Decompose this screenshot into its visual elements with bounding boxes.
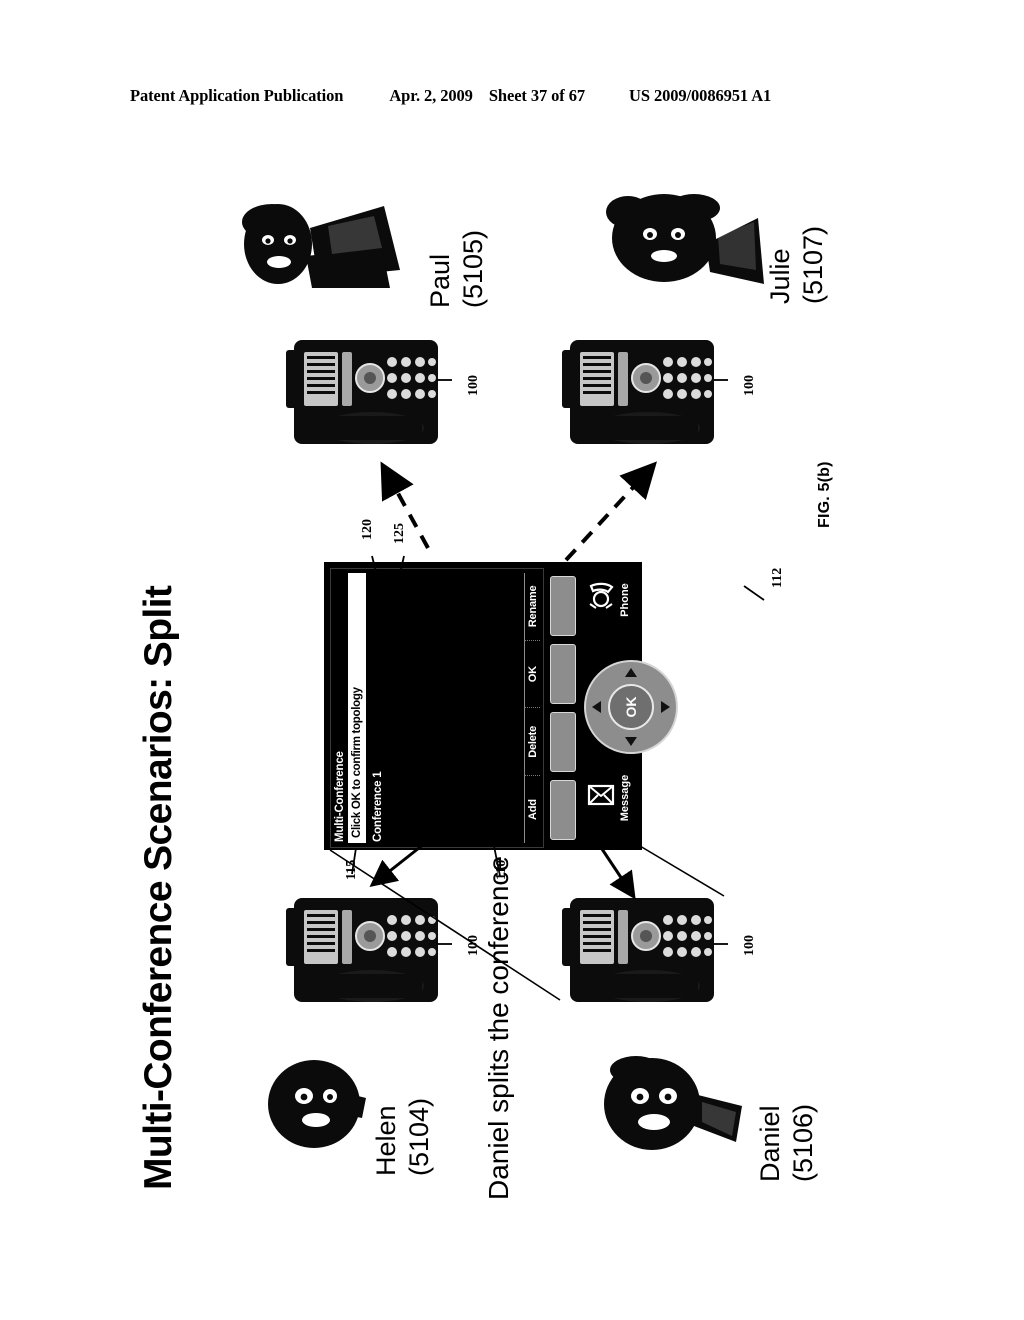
label-paul: Paul (5105)	[424, 196, 490, 308]
refnum-softkey-row: 115	[344, 859, 359, 880]
label-helen-extension: (5104)	[404, 1097, 434, 1176]
desk-phone-daniel	[562, 890, 722, 1022]
phone-feature-button[interactable]: Phone	[578, 582, 638, 628]
screen-title: Multi-Conference	[334, 751, 346, 842]
softkey-add[interactable]: Add	[525, 775, 540, 843]
phone-handset-icon	[584, 582, 618, 612]
label-julie: Julie (5107)	[764, 192, 830, 304]
refnum-prompt-line: 125	[392, 523, 407, 544]
nav-down-arrow-icon[interactable]	[625, 737, 637, 746]
softkey-ok[interactable]: OK	[525, 639, 540, 708]
softkey-row: Add Delete OK Rename	[524, 573, 540, 843]
line-key[interactable]	[550, 576, 576, 636]
avatar-julie	[598, 188, 766, 298]
label-daniel: Daniel (5106)	[754, 1064, 820, 1182]
nav-up-arrow-icon[interactable]	[625, 668, 637, 677]
label-paul-name: Paul	[425, 253, 455, 308]
desk-phone-julie	[562, 332, 722, 464]
label-daniel-extension: (5106)	[788, 1103, 818, 1182]
avatar-helen	[258, 1052, 368, 1156]
label-paul-extension: (5105)	[458, 229, 488, 308]
device-screen-content: Multi-Conference Click OK to confirm top…	[330, 568, 544, 848]
conference-list: Conference 1	[366, 569, 524, 847]
message-feature-button[interactable]: Message	[578, 775, 638, 826]
figure-title: Multi-Conference Scenarios: Split	[137, 585, 180, 1190]
list-item[interactable]: Conference 1	[371, 574, 385, 842]
refnum-screen-display: 120	[360, 519, 375, 540]
label-julie-extension: (5107)	[798, 225, 828, 304]
publication-label: Patent Application Publication	[130, 86, 344, 105]
phone-feature-label: Phone	[619, 583, 631, 617]
refnum-phone-julie: 100	[742, 375, 757, 396]
envelope-icon	[584, 780, 618, 810]
ok-button-label: OK	[623, 696, 639, 718]
refnum-phone-helen: 100	[466, 935, 481, 956]
navigation-pad[interactable]: OK	[584, 660, 678, 754]
screen-prompt-banner[interactable]: Click OK to confirm topology	[348, 573, 366, 843]
page-running-head: Patent Application Publication Apr. 2, 2…	[130, 86, 894, 106]
line-key[interactable]	[550, 712, 576, 772]
refnum-phone-paul: 100	[466, 375, 481, 396]
publication-date: Apr. 2, 2009	[389, 86, 473, 105]
label-helen: Helen (5104)	[370, 1060, 436, 1176]
message-feature-label: Message	[619, 774, 631, 822]
softkey-rename[interactable]: Rename	[525, 573, 540, 640]
connector-to-julie	[564, 461, 657, 562]
label-helen-name: Helen	[371, 1105, 401, 1176]
line-key-strip	[550, 576, 576, 840]
nav-right-arrow-icon[interactable]	[661, 701, 670, 713]
label-daniel-name: Daniel	[755, 1105, 785, 1182]
label-julie-name: Julie	[765, 248, 795, 304]
figure-number: FIG. 5(b)	[816, 461, 833, 528]
line-key[interactable]	[550, 644, 576, 704]
refnum-navpad: 112	[770, 567, 785, 588]
figure-caption: Daniel splits the conference into two.	[480, 744, 554, 1200]
desk-phone-helen	[286, 890, 446, 1022]
nav-left-arrow-icon[interactable]	[592, 701, 601, 713]
patent-number: US 2009/0086951 A1	[629, 86, 772, 105]
avatar-daniel	[596, 1050, 746, 1158]
line-key[interactable]	[550, 780, 576, 840]
desk-phone-paul	[286, 332, 446, 464]
conference-phone-device: Multi-Conference Click OK to confirm top…	[324, 562, 678, 850]
softkey-delete[interactable]: Delete	[525, 707, 540, 776]
avatar-paul	[232, 192, 412, 302]
refnum-phone-daniel: 100	[742, 935, 757, 956]
connector-to-daniel	[598, 845, 636, 900]
refnum-list-row: 110	[494, 859, 509, 880]
device-screen: Multi-Conference Click OK to confirm top…	[330, 568, 544, 848]
sheet-number: Sheet 37 of 67	[488, 86, 586, 105]
